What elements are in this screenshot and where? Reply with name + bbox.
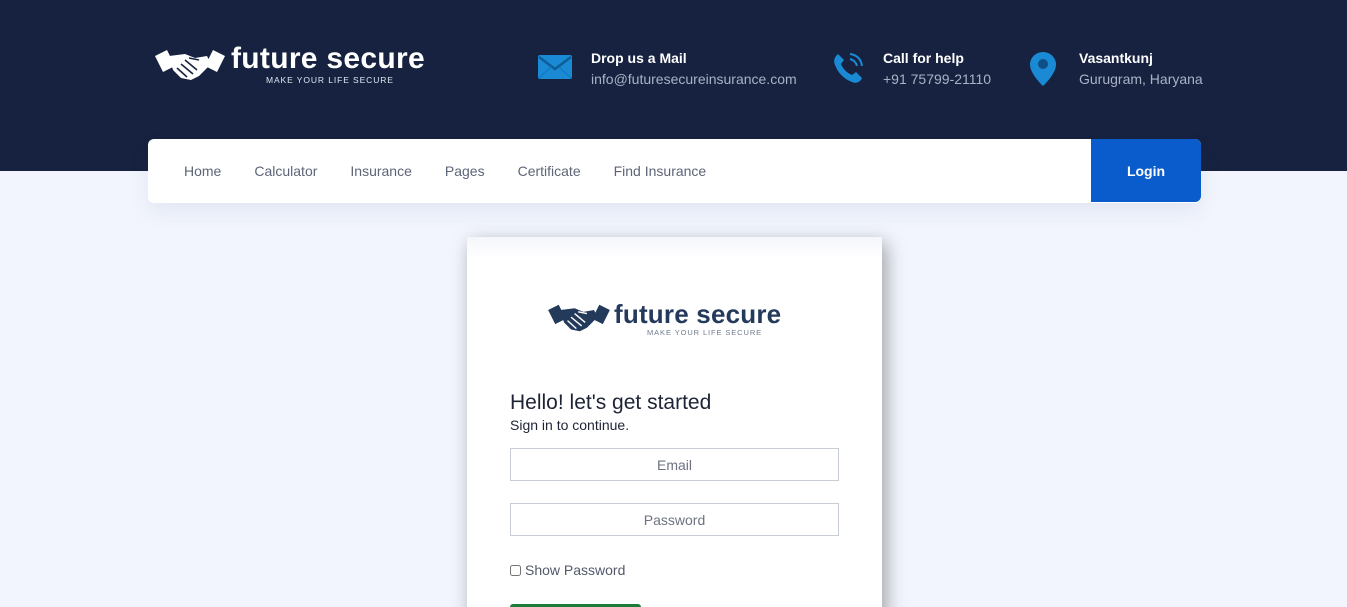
- nav-item-pages[interactable]: Pages: [445, 163, 485, 179]
- login-subheading: Sign in to continue.: [510, 417, 630, 433]
- card-brand-name: future secure: [614, 299, 782, 329]
- show-password-checkbox[interactable]: [510, 564, 521, 576]
- contact-mail-title: Drop us a Mail: [591, 50, 687, 66]
- handshake-icon: [155, 50, 225, 80]
- show-password-toggle[interactable]: Show Password: [510, 562, 625, 578]
- nav-item-insurance[interactable]: Insurance: [350, 163, 411, 179]
- contact-phone-value[interactable]: +91 75799-21110: [883, 71, 991, 87]
- login-heading: Hello! let's get started: [510, 391, 712, 414]
- card-logo: future secure MAKE YOUR LIFE SECURE: [547, 295, 817, 343]
- brand-tagline: MAKE YOUR LIFE SECURE: [266, 75, 394, 85]
- contact-phone-title: Call for help: [883, 50, 964, 66]
- card-top-strip: [467, 237, 882, 259]
- nav-item-find-insurance[interactable]: Find Insurance: [614, 163, 707, 179]
- site-logo[interactable]: future secure MAKE YOUR LIFE SECURE: [155, 40, 445, 90]
- contact-phone: Call for help +91 75799-21110: [831, 48, 1021, 94]
- brand-name: future secure: [231, 42, 425, 75]
- login-button[interactable]: Login: [1091, 139, 1201, 202]
- nav-item-home[interactable]: Home: [184, 163, 221, 179]
- email-input[interactable]: [510, 448, 839, 481]
- handshake-icon: [548, 304, 610, 332]
- location-pin-icon: [1030, 52, 1056, 86]
- contact-mail-value[interactable]: info@futuresecureinsurance.com: [591, 71, 797, 87]
- nav-item-certificate[interactable]: Certificate: [518, 163, 581, 179]
- nav-item-calculator[interactable]: Calculator: [254, 163, 317, 179]
- main-nav: Home Calculator Insurance Pages Certific…: [148, 139, 1201, 203]
- contact-mail: Drop us a Mail info@futuresecureinsuranc…: [537, 48, 807, 94]
- password-input[interactable]: [510, 503, 839, 536]
- contact-location-value: Gurugram, Haryana: [1079, 71, 1203, 87]
- contact-location: Vasantkunj Gurugram, Haryana: [1029, 48, 1209, 94]
- show-password-label: Show Password: [525, 562, 626, 578]
- card-brand-tagline: MAKE YOUR LIFE SECURE: [647, 328, 763, 337]
- login-card: future secure MAKE YOUR LIFE SECURE Hell…: [467, 237, 882, 607]
- mail-icon: [538, 55, 572, 79]
- phone-icon: [834, 53, 863, 83]
- contact-location-title: Vasantkunj: [1079, 50, 1153, 66]
